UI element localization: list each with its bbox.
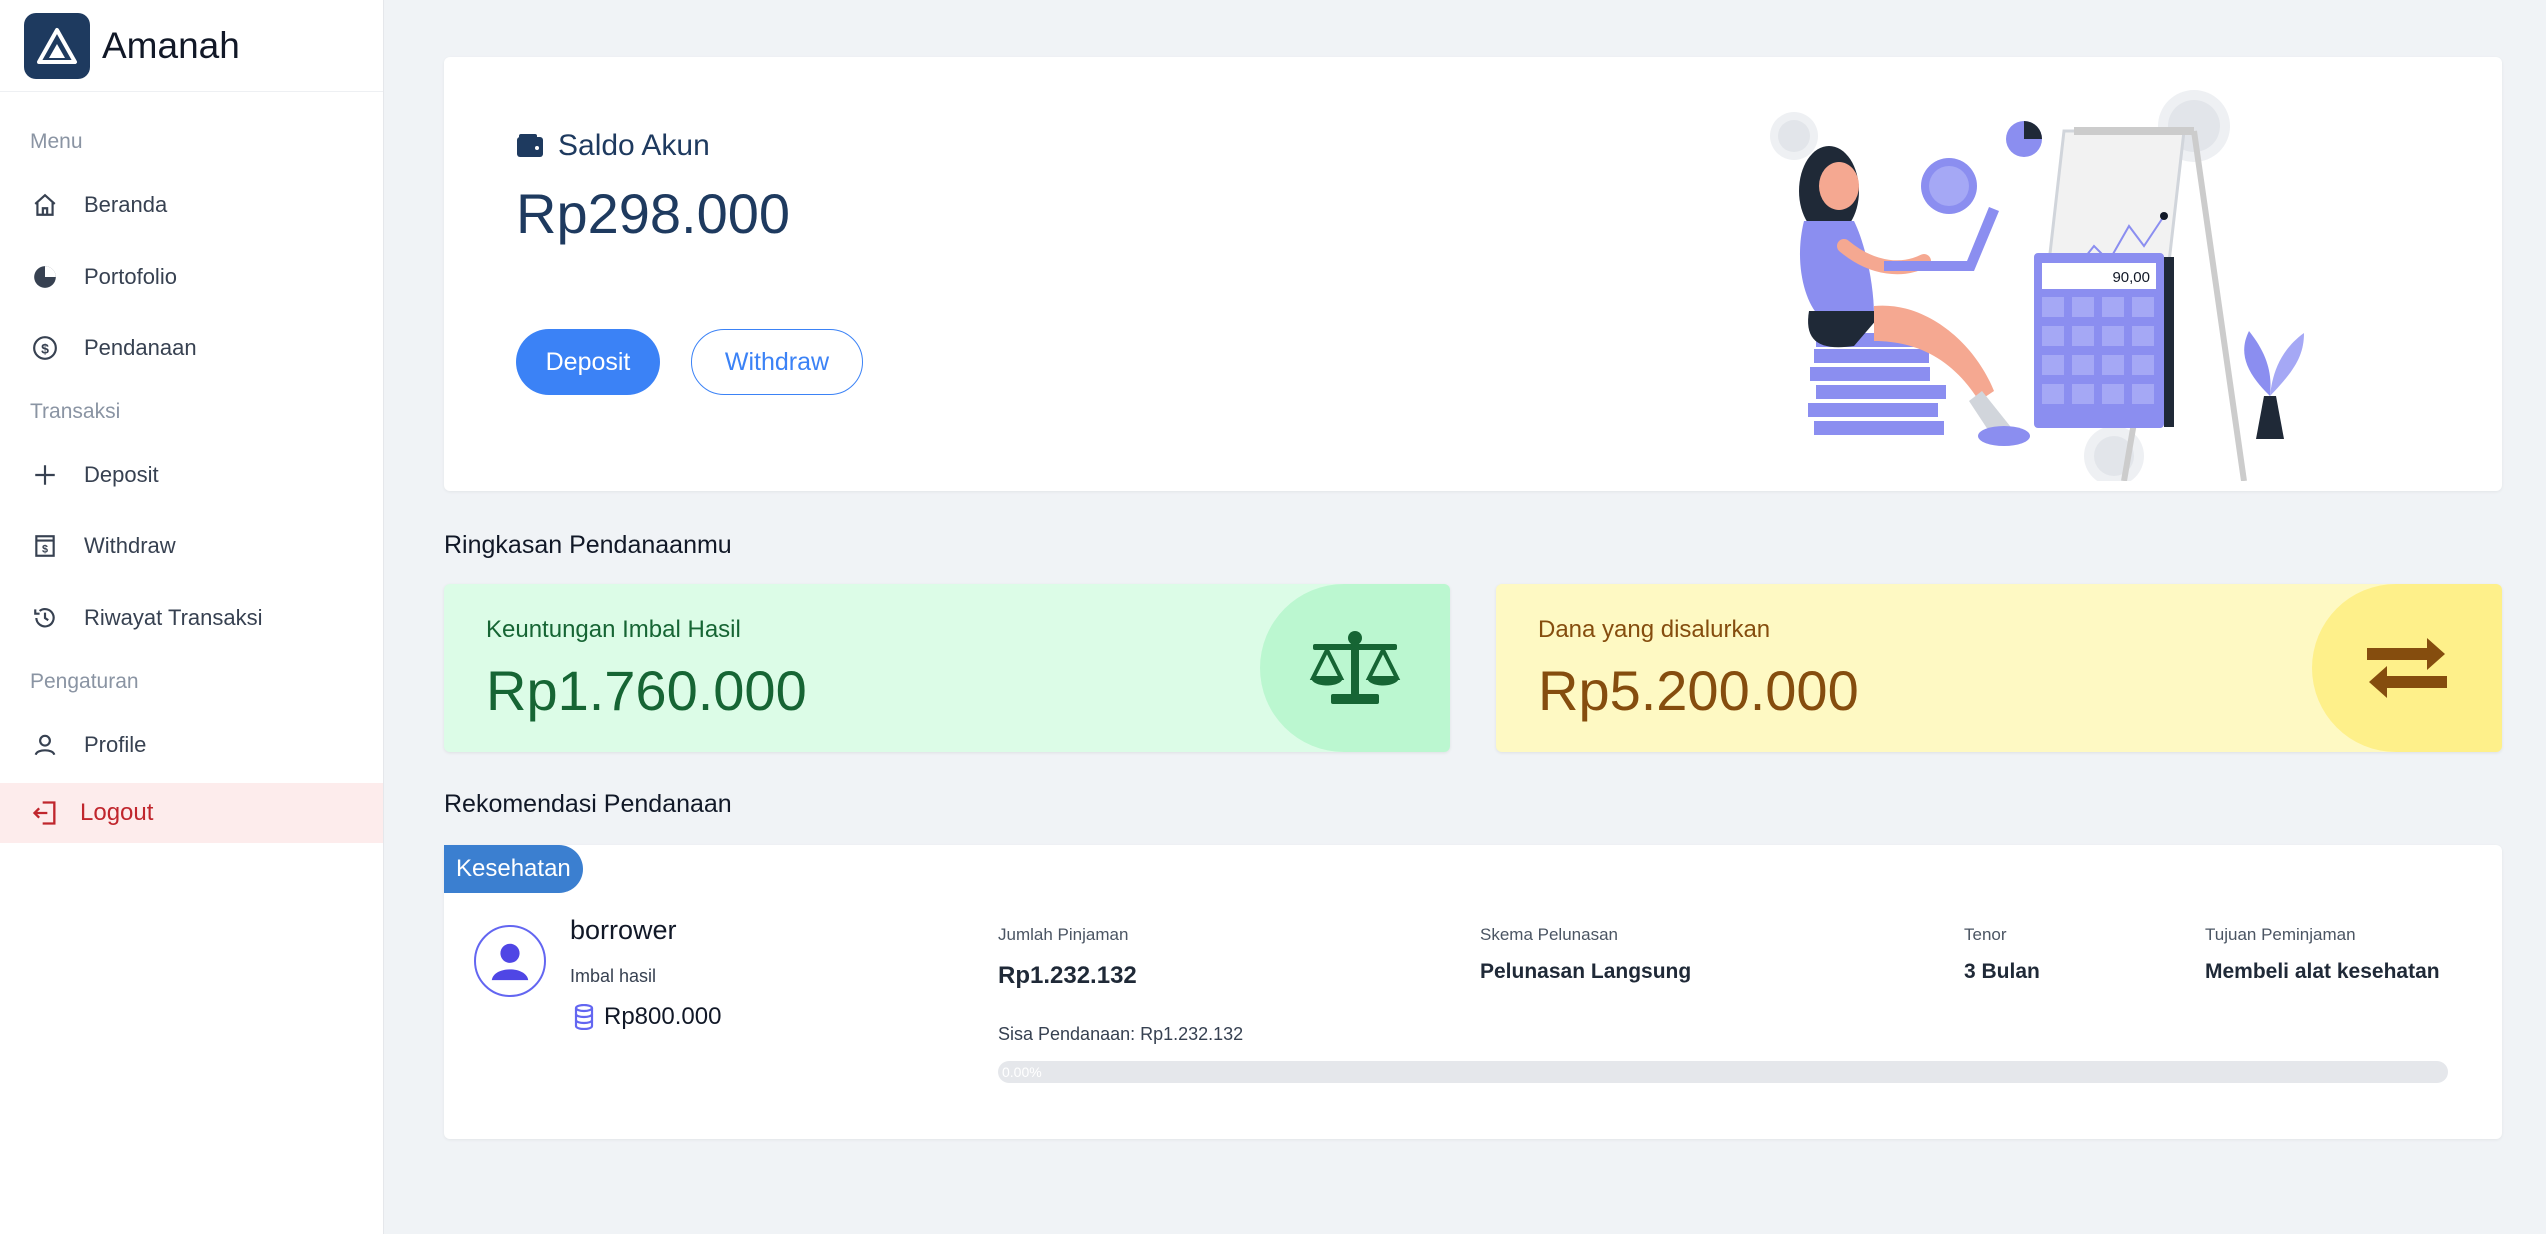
pie-chart-icon	[30, 262, 60, 292]
summary-card-imbal-hasil: Keuntungan Imbal Hasil Rp1.760.000	[444, 584, 1450, 752]
logout-button[interactable]: Logout	[0, 783, 383, 843]
sidebar-item-label: Portofolio	[84, 264, 177, 289]
section-label-pengaturan: Pengaturan	[30, 670, 139, 693]
section-label-transaksi: Transaksi	[30, 400, 121, 423]
sidebar-item-label: Withdraw	[84, 533, 176, 558]
sidebar-item-beranda[interactable]: Beranda	[0, 175, 383, 235]
balance-amount: Rp298.000	[516, 182, 791, 245]
summary-card-value: Rp1.760.000	[486, 659, 807, 722]
summary-card-label: Keuntungan Imbal Hasil	[486, 616, 741, 643]
withdraw-button[interactable]: Withdraw	[691, 329, 863, 395]
scale-icon	[1309, 631, 1401, 704]
amanah-logo-icon	[24, 12, 90, 79]
imbal-hasil-value: Rp800.000	[604, 1003, 722, 1030]
logout-label: Logout	[80, 799, 154, 826]
skema-pelunasan-value: Pelunasan Langsung	[1480, 960, 1692, 983]
wallet-icon	[517, 134, 543, 157]
tenor-label: Tenor	[1964, 925, 2007, 944]
category-badge[interactable]: Kesehatan	[444, 845, 583, 893]
sidebar-item-label: Beranda	[84, 192, 168, 217]
summary-heading: Ringkasan Pendanaanmu	[444, 531, 732, 559]
sisa-pendanaan: Sisa Pendanaan: Rp1.232.132	[998, 1024, 1244, 1044]
sidebar-item-label: Deposit	[84, 462, 159, 487]
balance-title-text: Saldo Akun	[558, 129, 710, 162]
sidebar-item-label: Profile	[84, 732, 147, 757]
funding-progress-text: 0.00%	[1002, 1064, 1042, 1080]
svg-text:$: $	[41, 340, 49, 356]
sidebar-item-label: Pendanaan	[84, 335, 197, 360]
sidebar-item-riwayat-transaksi[interactable]: Riwayat Transaksi	[0, 588, 383, 648]
dollar-coin-icon: $	[30, 333, 60, 363]
jumlah-pinjaman-label: Jumlah Pinjaman	[998, 925, 1129, 944]
borrower-name: borrower	[570, 915, 677, 945]
history-icon	[30, 603, 60, 633]
recommendation-card[interactable]: Kesehatan borrower Imbal hasil Rp800.000…	[444, 845, 2502, 1139]
user-avatar-icon	[491, 943, 529, 981]
svg-text:$: $	[42, 544, 48, 556]
balance-card: Saldo Akun Rp298.000 Deposit Withdraw 90…	[444, 57, 2502, 491]
home-icon	[30, 190, 60, 220]
jumlah-pinjaman-value: Rp1.232.132	[998, 962, 1137, 989]
imbal-hasil-label: Imbal hasil	[570, 966, 657, 986]
funding-progress-bar: 0.00%	[998, 1061, 2448, 1083]
avatar	[474, 925, 546, 997]
tujuan-peminjaman-value: Membeli alat kesehatan	[2205, 960, 2440, 983]
brand[interactable]: Amanah	[0, 0, 383, 92]
user-icon	[30, 730, 60, 760]
tenor-value: 3 Bulan	[1964, 960, 2040, 983]
sidebar-item-label: Riwayat Transaksi	[84, 605, 263, 630]
deposit-button[interactable]: Deposit	[516, 329, 660, 395]
summary-card-dana-disalurkan: Dana yang disalurkan Rp5.200.000	[1496, 584, 2502, 752]
logout-icon	[30, 798, 60, 828]
summary-card-label: Dana yang disalurkan	[1538, 616, 1771, 643]
sidebar: Amanah Menu Beranda Portofolio $ Pendana…	[0, 0, 384, 1234]
recommendation-heading: Rekomendasi Pendanaan	[444, 790, 732, 818]
transfer-arrows-icon	[2367, 638, 2447, 698]
finance-illustration: 90,00	[1770, 90, 2304, 481]
skema-pelunasan-label: Skema Pelunasan	[1480, 925, 1618, 944]
app-name: Amanah	[102, 24, 240, 66]
plus-icon	[30, 460, 60, 490]
summary-card-icon-bg	[2312, 584, 2502, 752]
sidebar-item-profile[interactable]: Profile	[0, 715, 383, 775]
sidebar-item-deposit[interactable]: Deposit	[0, 445, 383, 505]
svg-text:90,00: 90,00	[2112, 269, 2150, 286]
sidebar-item-pendanaan[interactable]: $ Pendanaan	[0, 318, 383, 378]
section-label-menu: Menu	[30, 130, 83, 153]
balance-title: Saldo Akun	[516, 129, 710, 163]
summary-card-icon-bg	[1260, 584, 1450, 752]
sidebar-item-withdraw[interactable]: $ Withdraw	[0, 516, 383, 576]
imbal-hasil-row: Rp800.000	[574, 1003, 721, 1031]
coins-stack-icon	[574, 1004, 594, 1030]
summary-card-value: Rp5.200.000	[1538, 659, 1859, 722]
withdraw-bill-icon: $	[30, 531, 60, 561]
sidebar-item-portofolio[interactable]: Portofolio	[0, 247, 383, 307]
tujuan-peminjaman-label: Tujuan Peminjaman	[2205, 925, 2356, 944]
